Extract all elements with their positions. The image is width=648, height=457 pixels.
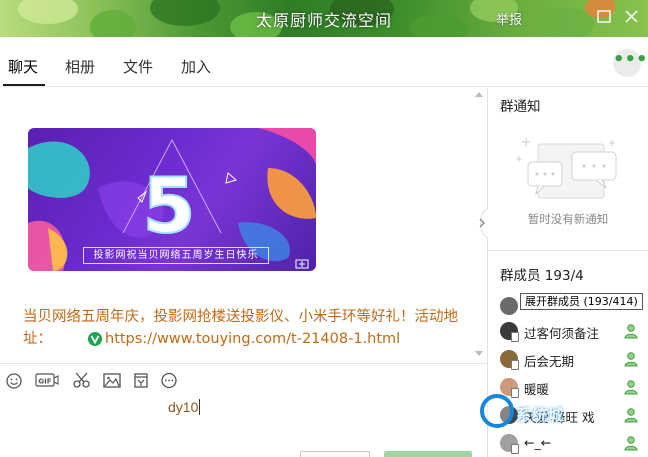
- tab-bar: 聊天 相册 文件 加入 •••: [0, 37, 648, 87]
- notice-empty-text: 暂时没有新通知: [527, 212, 609, 226]
- scissors-icon[interactable]: [72, 370, 92, 390]
- user-icon: [624, 324, 638, 339]
- mobile-badge-icon: [511, 332, 519, 342]
- more-circle-icon[interactable]: [160, 370, 178, 390]
- bag-icon[interactable]: [132, 370, 150, 390]
- gif-icon[interactable]: GIF: [35, 370, 59, 390]
- tab-files[interactable]: 文件: [123, 56, 153, 77]
- active-tab-indicator: [3, 84, 45, 86]
- notice-title: 群通知: [500, 99, 541, 115]
- member-name: 过客何须备注: [524, 326, 600, 341]
- mobile-badge-icon: [511, 388, 519, 398]
- input-divider: [0, 363, 487, 364]
- members-label: 群成员: [500, 268, 541, 284]
- window-title: 太原厨师交流空间: [255, 11, 392, 30]
- member-item[interactable]: 暖暖: [500, 376, 648, 398]
- members-count: 193/4: [544, 268, 584, 284]
- member-name: 暖暖: [524, 382, 550, 397]
- banner-caption: 投影网祝当贝网络五周岁生日快乐: [83, 247, 269, 264]
- input-value: dy10: [168, 399, 199, 415]
- mobile-badge-icon: [511, 360, 519, 370]
- verified-link-icon: [88, 332, 102, 346]
- empty-notice-icon: [516, 138, 617, 199]
- user-icon: [624, 380, 638, 395]
- user-icon: [624, 436, 638, 451]
- report-link[interactable]: 举报: [496, 9, 522, 28]
- members-title: 群成员 193/4: [500, 264, 584, 284]
- message-link-line: https://www.touying.com/t-21408-1.html: [23, 328, 478, 350]
- user-icon: [624, 352, 638, 367]
- member-item[interactable]: 后会无期: [500, 348, 648, 370]
- tab-album[interactable]: 相册: [65, 56, 95, 77]
- member-item[interactable]: 过客何须备注: [500, 320, 648, 342]
- close-icon[interactable]: [622, 8, 642, 26]
- watermark-text: 系统城: [516, 406, 565, 424]
- chat-message-area[interactable]: 5 投影网祝当贝网络五周岁生日快乐 当贝网络五周年庆，投影网抢楼送投影仪、小米手…: [0, 88, 487, 363]
- close-button[interactable]: [300, 451, 370, 457]
- emoji-icon[interactable]: [5, 370, 23, 390]
- notice-divider: [488, 250, 648, 251]
- message-input[interactable]: dy10: [0, 392, 487, 457]
- input-toolbar: GIF: [0, 370, 487, 392]
- tab-join[interactable]: 加入: [181, 56, 211, 77]
- input-text-wrap: dy10: [168, 399, 201, 415]
- member-item[interactable]: ←_←: [500, 432, 648, 454]
- anniversary-banner-image[interactable]: 5 投影网祝当贝网络五周岁生日快乐: [28, 128, 316, 271]
- minimize-icon[interactable]: [595, 8, 615, 26]
- scroll-down-icon[interactable]: [475, 351, 483, 357]
- group-chat-window: 太原厨师交流空间 举报 聊天 相册 文件 加入 ••• 5 投影网祝当贝网络五周…: [0, 0, 648, 457]
- title-bar[interactable]: 太原厨师交流空间 举报: [0, 0, 648, 37]
- user-icon: [624, 408, 638, 423]
- avatar: [500, 297, 518, 315]
- expand-members-tooltip: 展开群成员 (193/414): [520, 293, 643, 310]
- text-caret: [199, 399, 201, 415]
- send-button[interactable]: [384, 451, 472, 457]
- watermark-logo: [480, 394, 514, 428]
- member-name: ←_←: [524, 435, 552, 450]
- image-icon[interactable]: [102, 370, 122, 390]
- mobile-badge-icon: [511, 444, 519, 454]
- banner-numeral: 5: [143, 161, 196, 250]
- more-dots-icon[interactable]: •••: [613, 49, 648, 77]
- tab-chat[interactable]: 聊天: [8, 56, 38, 77]
- member-name: 后会无期: [524, 354, 575, 369]
- message-link[interactable]: https://www.touying.com/t-21408-1.html: [105, 331, 400, 347]
- collapse-panel-icon[interactable]: [474, 208, 488, 238]
- scroll-up-icon[interactable]: [475, 91, 483, 97]
- svg-text:GIF: GIF: [38, 378, 51, 386]
